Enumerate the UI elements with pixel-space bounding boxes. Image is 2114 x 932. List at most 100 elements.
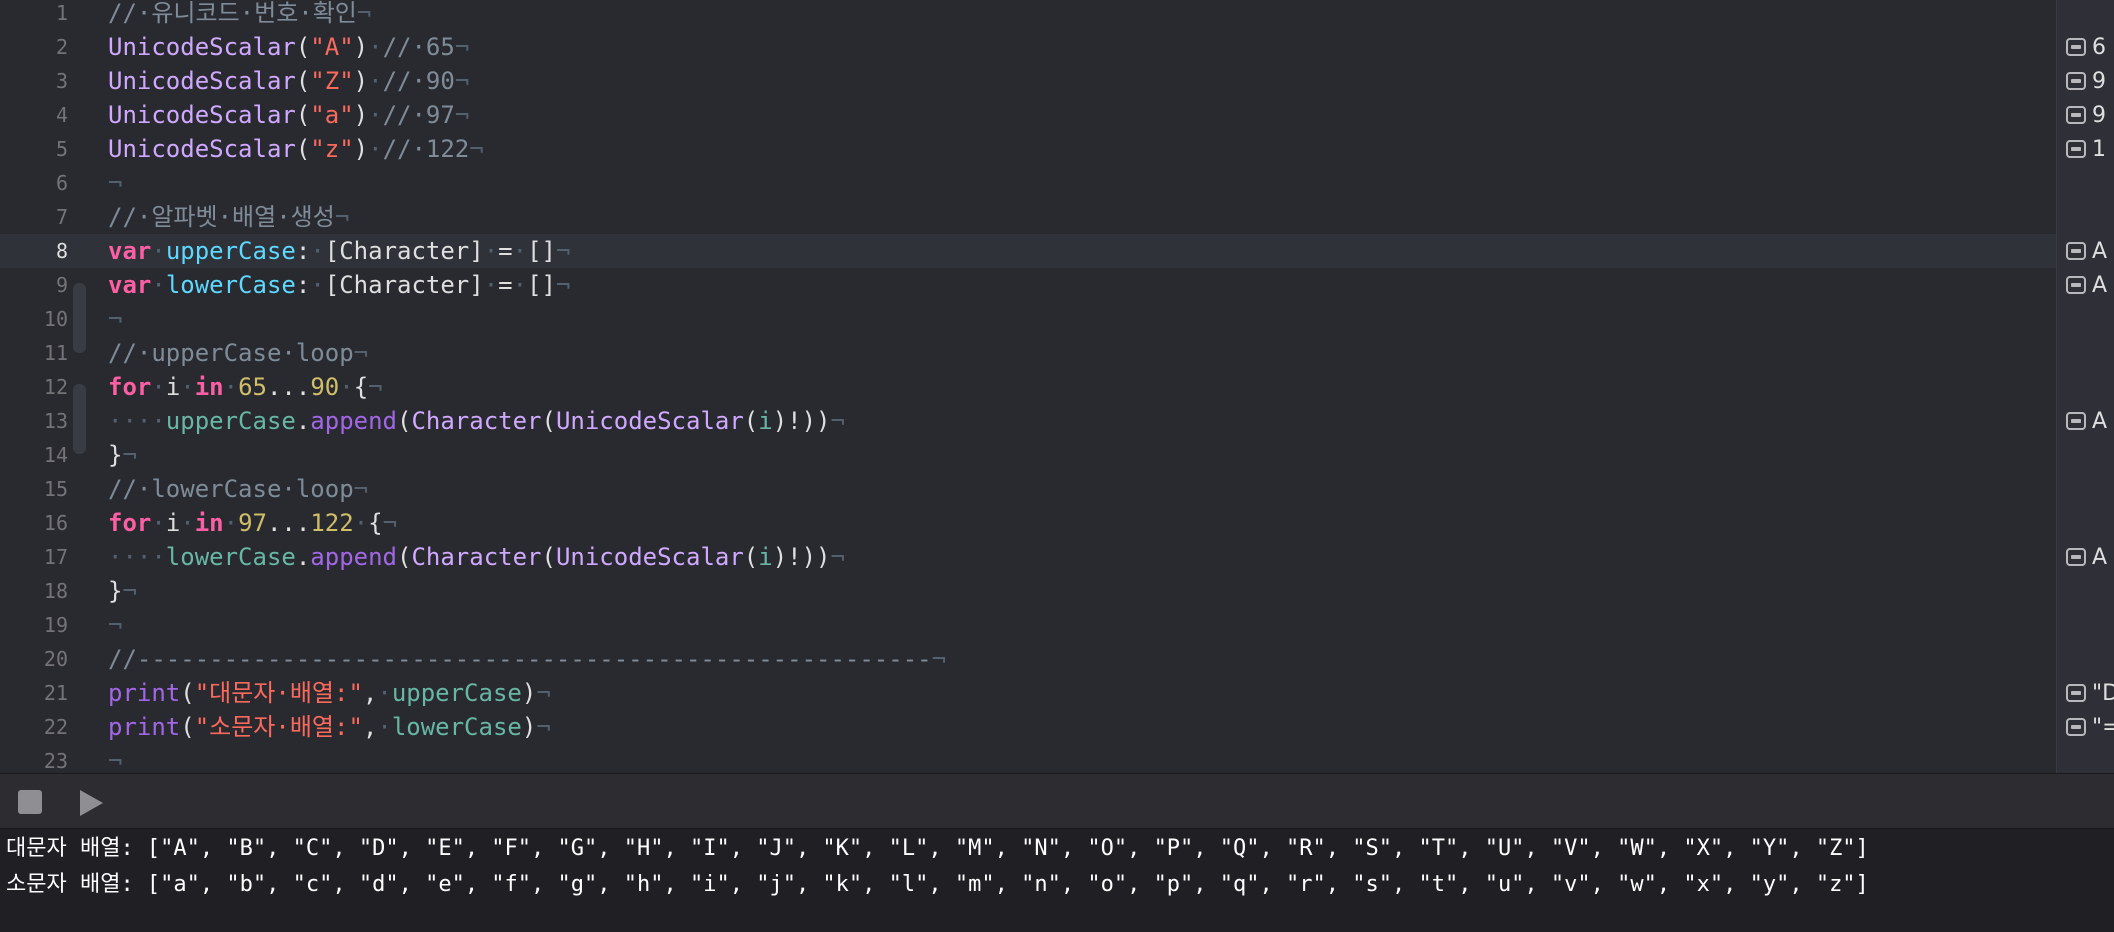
quick-look-icon[interactable] bbox=[2066, 140, 2086, 158]
code-token: · bbox=[368, 67, 383, 95]
quick-look-icon[interactable] bbox=[2066, 106, 2086, 124]
code-token: "대문자·배열:" bbox=[194, 679, 363, 707]
result-value: A bbox=[2092, 272, 2108, 298]
code-line[interactable]: 8 var·upperCase:·[Character]·=·[]¬ bbox=[0, 234, 2056, 268]
code-line[interactable]: 17 ····lowerCase.append(Character(Unicode… bbox=[0, 540, 2056, 574]
code-token: · bbox=[368, 101, 383, 129]
quick-look-icon[interactable] bbox=[2066, 242, 2086, 260]
code-token: ( bbox=[743, 543, 759, 571]
code-line[interactable]: 2 UnicodeScalar("A")·//·65¬ bbox=[0, 30, 2056, 64]
code-token: i bbox=[758, 543, 773, 571]
code-text: //--------------------------------------… bbox=[108, 642, 946, 676]
code-line[interactable]: 19 ¬ bbox=[0, 608, 2056, 642]
result-item[interactable]: A bbox=[2066, 268, 2107, 302]
code-text: //·알파벳·배열·생성¬ bbox=[108, 200, 349, 234]
code-token: [Character] bbox=[324, 271, 484, 299]
code-line[interactable]: 1 //·유니코드·번호·확인¬ bbox=[0, 0, 2056, 30]
code-token: ( bbox=[743, 407, 759, 435]
result-item[interactable]: A bbox=[2066, 234, 2107, 268]
result-item[interactable]: 9 bbox=[2066, 98, 2106, 132]
code-token: 97 bbox=[238, 509, 267, 537]
code-editor[interactable]: 1//·유니코드·번호·확인¬ 2 UnicodeScalar("A")·//·65… bbox=[0, 0, 2056, 773]
quick-look-icon[interactable] bbox=[2066, 38, 2086, 56]
code-line[interactable]: 20 //------------------------------------… bbox=[0, 642, 2056, 676]
code-token: ¬ bbox=[108, 747, 123, 773]
quick-look-icon[interactable] bbox=[2066, 412, 2086, 430]
code-line[interactable]: 21 print("대문자·배열:",·upperCase)¬ bbox=[0, 676, 2056, 710]
stop-button[interactable] bbox=[16, 788, 46, 818]
result-item[interactable]: "D bbox=[2066, 676, 2114, 710]
code-token: print bbox=[108, 713, 181, 741]
code-token: ¬ bbox=[454, 101, 470, 129]
code-line[interactable]: 9 var·lowerCase:·[Character]·=·[]¬ bbox=[0, 268, 2056, 302]
result-item[interactable]: 9 bbox=[2066, 64, 2106, 98]
code-line[interactable]: 16 for·i·in·97...122·{¬ bbox=[0, 506, 2056, 540]
play-icon bbox=[80, 790, 103, 816]
code-token: for bbox=[108, 509, 152, 537]
stop-icon bbox=[18, 790, 42, 814]
result-item[interactable]: 6 bbox=[2066, 30, 2106, 64]
code-text: var·upperCase:·[Character]·=·[]¬ bbox=[108, 234, 570, 268]
code-token: · bbox=[368, 135, 383, 163]
code-token: · bbox=[368, 33, 383, 61]
code-line[interactable]: 6 ¬ bbox=[0, 166, 2056, 200]
quick-look-icon[interactable] bbox=[2066, 276, 2086, 294]
code-line[interactable]: 15 //·lowerCase·loop¬ bbox=[0, 472, 2056, 506]
code-token: · bbox=[151, 271, 166, 299]
quick-look-icon[interactable] bbox=[2066, 548, 2086, 566]
code-line[interactable]: 14}¬ bbox=[0, 438, 2056, 472]
code-token: //--------------------------------------… bbox=[108, 645, 932, 673]
code-token: ¬ bbox=[108, 169, 123, 197]
code-text: ····upperCase.append(Character(UnicodeSc… bbox=[108, 404, 845, 438]
code-token: //·upperCase·loop bbox=[108, 339, 354, 367]
code-token: · bbox=[180, 373, 195, 401]
quick-look-icon[interactable] bbox=[2066, 72, 2086, 90]
line-number: 19 bbox=[43, 613, 68, 637]
code-token: · bbox=[377, 679, 392, 707]
code-token: ( bbox=[180, 713, 195, 741]
line-number: 6 bbox=[55, 171, 68, 195]
code-token: UnicodeScalar bbox=[555, 407, 744, 435]
code-token: print bbox=[108, 679, 181, 707]
code-line[interactable]: 23 ¬ bbox=[0, 744, 2056, 773]
code-token: · bbox=[512, 271, 528, 299]
console-output[interactable]: 대문자 배열: ["A", "B", "C", "D", "E", "F", "… bbox=[0, 829, 2114, 932]
code-token: "Z" bbox=[310, 67, 354, 95]
code-line[interactable]: 5 UnicodeScalar("z")·//·122¬ bbox=[0, 132, 2056, 166]
code-line[interactable]: 13 ····upperCase.append(Character(Unicode… bbox=[0, 404, 2056, 438]
code-token: )!)) bbox=[772, 407, 831, 435]
code-line[interactable]: 7 //·알파벳·배열·생성¬ bbox=[0, 200, 2056, 234]
code-line[interactable]: 11 //·upperCase·loop¬ bbox=[0, 336, 2056, 370]
run-button[interactable] bbox=[76, 788, 106, 818]
line-number: 3 bbox=[55, 69, 68, 93]
code-token: Character bbox=[411, 407, 542, 435]
code-line[interactable]: 3 UnicodeScalar("Z")·//·90¬ bbox=[0, 64, 2056, 98]
code-token: lowerCase bbox=[165, 271, 296, 299]
code-line[interactable]: 10 ¬ bbox=[0, 302, 2056, 336]
code-token: "z" bbox=[310, 135, 354, 163]
code-token: : bbox=[295, 271, 311, 299]
code-token: · bbox=[180, 509, 195, 537]
result-item[interactable]: A bbox=[2066, 540, 2107, 574]
code-token: · bbox=[223, 373, 239, 401]
quick-look-icon[interactable] bbox=[2066, 718, 2086, 736]
code-token: } bbox=[108, 577, 123, 605]
result-item[interactable]: "= bbox=[2066, 710, 2114, 744]
code-token: UnicodeScalar bbox=[108, 101, 296, 129]
code-token: { bbox=[353, 373, 369, 401]
code-text: for·i·in·97...122·{¬ bbox=[108, 506, 397, 540]
code-token: ... bbox=[266, 373, 311, 401]
quick-look-icon[interactable] bbox=[2066, 684, 2086, 702]
code-text: UnicodeScalar("A")·//·65¬ bbox=[108, 30, 469, 64]
code-token: //·65 bbox=[382, 33, 455, 61]
code-token: upperCase bbox=[165, 237, 296, 265]
result-item[interactable]: 1 bbox=[2066, 132, 2106, 166]
code-token: ) bbox=[521, 679, 537, 707]
code-token: ¬ bbox=[353, 475, 369, 503]
code-token: [Character] bbox=[324, 237, 484, 265]
result-item[interactable]: A bbox=[2066, 404, 2107, 438]
code-line[interactable]: 4 UnicodeScalar("a")·//·97¬ bbox=[0, 98, 2056, 132]
code-line[interactable]: 22 print("소문자·배열:",·lowerCase)¬ bbox=[0, 710, 2056, 744]
code-line[interactable]: 18}¬ bbox=[0, 574, 2056, 608]
code-line[interactable]: 12 for·i·in·65...90·{¬ bbox=[0, 370, 2056, 404]
